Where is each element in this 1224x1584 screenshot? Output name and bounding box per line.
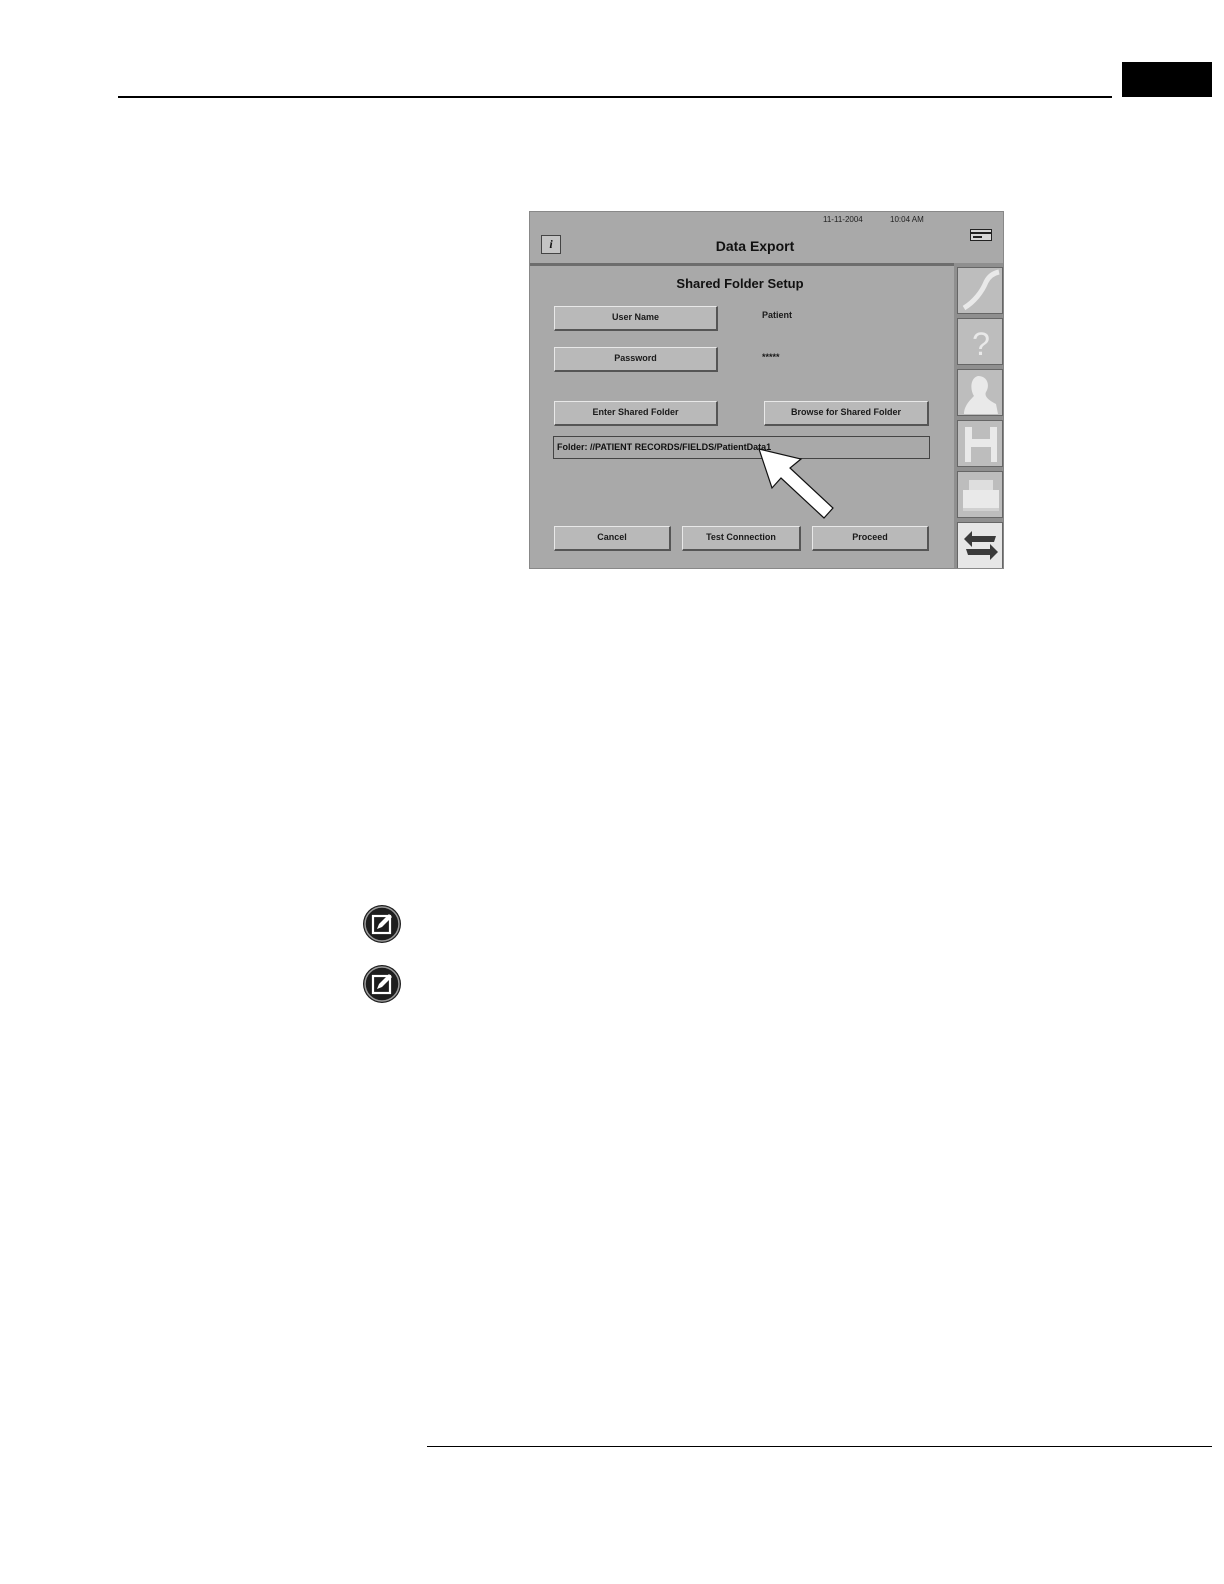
- side-button-save[interactable]: [957, 420, 1003, 467]
- note-icon: [363, 965, 401, 1003]
- side-button-person[interactable]: [957, 369, 1003, 416]
- save-icon: [965, 427, 997, 462]
- header-rule: [118, 96, 1112, 98]
- date-display: 11-11-2004: [823, 215, 863, 224]
- side-button-print[interactable]: [957, 471, 1003, 518]
- cancel-button[interactable]: Cancel: [554, 526, 671, 551]
- print-icon: [963, 480, 999, 511]
- curve-icon: [962, 269, 1000, 311]
- section-title: Shared Folder Setup: [676, 276, 804, 291]
- data-export-screen: 11-11-2004 10:04 AM i Data Export Shared…: [529, 211, 1004, 569]
- card-icon: [970, 229, 992, 241]
- title-divider: [530, 263, 954, 266]
- test-connection-button[interactable]: Test Connection: [682, 526, 801, 551]
- return-icon: [964, 531, 998, 560]
- note-icon: [363, 905, 401, 943]
- window-title: Data Export: [715, 238, 795, 254]
- help-icon: ?: [972, 326, 990, 362]
- person-icon: [964, 376, 998, 414]
- side-button-curve[interactable]: [957, 267, 1003, 314]
- password-button[interactable]: Password: [554, 347, 718, 372]
- side-button-help[interactable]: ?: [957, 318, 1003, 365]
- user-name-button[interactable]: User Name: [554, 306, 718, 331]
- footer-rule: [427, 1446, 1212, 1447]
- browse-shared-folder-button[interactable]: Browse for Shared Folder: [764, 401, 929, 426]
- folder-path-field[interactable]: Folder: //PATIENT RECORDS/FIELDS/Patient…: [553, 436, 930, 459]
- user-name-value: Patient: [762, 310, 793, 320]
- info-button[interactable]: i: [541, 235, 561, 254]
- chapter-tab-marker: [1122, 62, 1212, 97]
- time-display: 10:04 AM: [890, 215, 924, 224]
- arrow-icon: [758, 448, 834, 519]
- svg-text:?: ?: [972, 326, 990, 362]
- proceed-button[interactable]: Proceed: [812, 526, 929, 551]
- password-value: *****: [762, 352, 780, 362]
- side-button-return[interactable]: [957, 522, 1003, 568]
- enter-shared-folder-button[interactable]: Enter Shared Folder: [554, 401, 718, 426]
